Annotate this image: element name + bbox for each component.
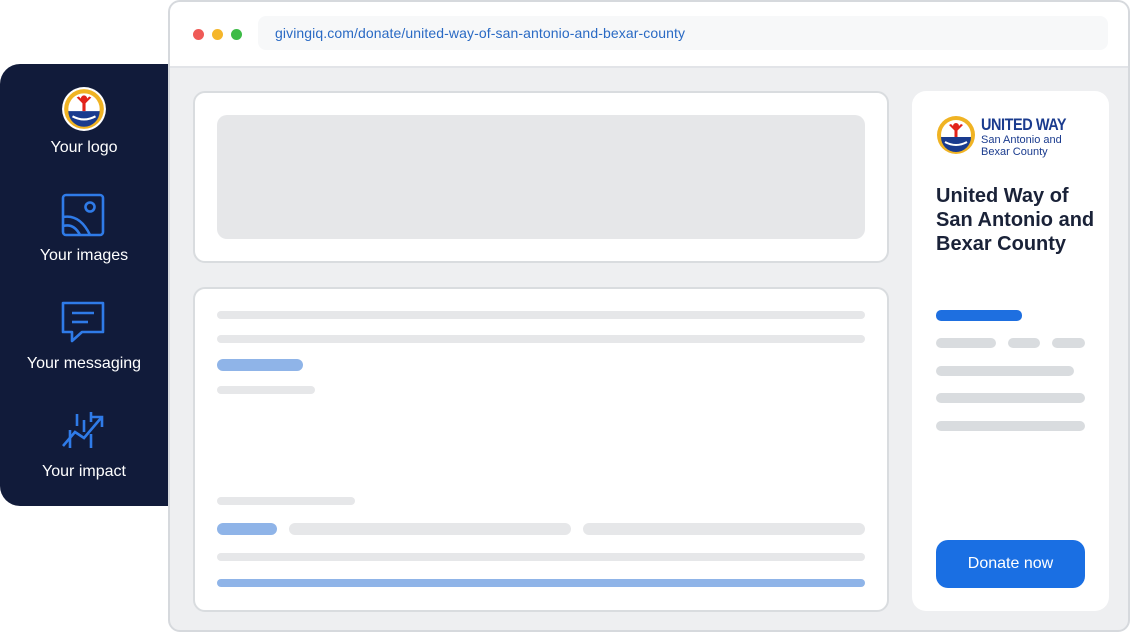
hero-card xyxy=(193,91,889,263)
feature-label: Your impact xyxy=(42,463,126,480)
text-placeholder-line xyxy=(936,393,1085,403)
donate-now-button[interactable]: Donate now xyxy=(936,540,1085,588)
text-placeholder-line xyxy=(289,523,571,535)
url-text: givingiq.com/donate/united-way-of-san-an… xyxy=(275,25,686,41)
maximize-window-dot[interactable] xyxy=(231,29,242,40)
organization-name: United Way of San Antonio and Bexar Coun… xyxy=(936,185,1095,255)
donation-sidebar: UNITED WAY San Antonio and Bexar County … xyxy=(912,91,1109,611)
option-placeholder xyxy=(936,338,996,348)
text-placeholder-line xyxy=(936,366,1074,376)
browser-window: givingiq.com/donate/united-way-of-san-an… xyxy=(168,0,1130,632)
growth-chart-icon xyxy=(62,412,104,448)
feature-label: Your logo xyxy=(50,139,118,156)
text-placeholder-line xyxy=(217,335,865,343)
chat-message-icon xyxy=(61,301,105,343)
text-placeholder-line xyxy=(217,553,865,561)
option-placeholder xyxy=(1008,338,1040,348)
progress-placeholder xyxy=(217,579,865,587)
text-placeholder-line xyxy=(583,523,865,535)
feature-label: Your images xyxy=(39,247,129,264)
heading-placeholder xyxy=(217,359,303,371)
hero-image-placeholder xyxy=(217,115,865,239)
feature-label: Your messaging xyxy=(26,355,142,372)
option-placeholder xyxy=(1052,338,1085,348)
minimize-window-dot[interactable] xyxy=(212,29,223,40)
image-icon xyxy=(61,193,105,237)
organization-logo: UNITED WAY San Antonio and Bexar County xyxy=(936,115,1096,159)
content-card xyxy=(193,287,889,612)
logo-subtitle: San Antonio and Bexar County xyxy=(981,134,1062,158)
address-bar[interactable]: givingiq.com/donate/united-way-of-san-an… xyxy=(258,16,1108,50)
logo-title: UNITED WAY xyxy=(981,115,1067,134)
text-placeholder-line xyxy=(217,497,355,505)
united-way-logo-icon xyxy=(937,116,975,154)
united-way-logo-icon xyxy=(62,87,106,131)
browser-toolbar: givingiq.com/donate/united-way-of-san-an… xyxy=(170,2,1128,68)
close-window-dot[interactable] xyxy=(193,29,204,40)
text-placeholder-line xyxy=(936,421,1085,431)
text-placeholder-line xyxy=(217,386,315,394)
label-placeholder xyxy=(217,523,277,535)
feature-panel: Your logo Your images Your messaging You… xyxy=(0,64,168,506)
amount-placeholder xyxy=(936,310,1022,321)
text-placeholder-line xyxy=(217,311,865,319)
